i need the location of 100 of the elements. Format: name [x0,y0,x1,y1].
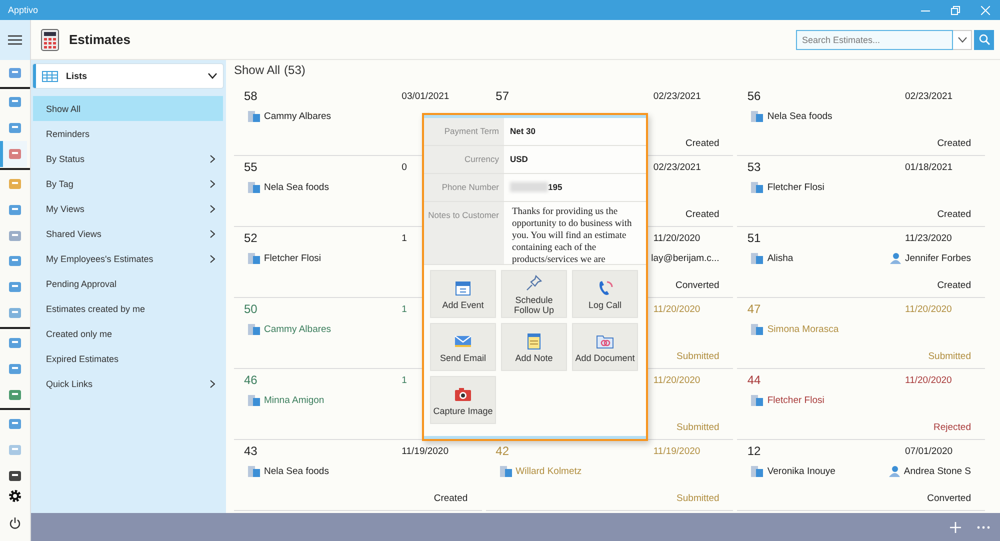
sidebar-item[interactable]: Pending Approval [33,271,223,296]
estimate-number: 47 [747,302,761,316]
estimate-card[interactable]: 51 11/23/2020 Alisha Jennifer Forbes Created [737,227,985,298]
field-label: Currency [424,146,504,173]
search-field[interactable]: Search Estimates... [796,30,953,50]
building-icon [248,252,260,264]
building-icon [751,252,764,264]
estimate-number: 51 [747,231,761,245]
customer-name: Nela Sea foods [264,182,329,192]
action-button[interactable]: Add Note [501,323,567,371]
estimate-date: 11/20/2020 [653,304,700,314]
estimate-date: 11/23/2020 [905,232,952,244]
action-button[interactable]: Log Call [572,270,638,318]
add-icon[interactable] [950,522,961,532]
field-label: Payment Term [424,118,504,145]
redacted-bar [510,182,548,192]
customer-name: Fletcher Flosi [767,394,824,406]
action-button[interactable]: Schedule Follow Up [501,270,567,318]
estimate-card[interactable]: 53 01/18/2021 Fletcher Flosi Created [737,156,985,227]
customer-name: Willard Kolmetz [516,466,582,476]
action-button[interactable]: Add Document [572,323,638,371]
estimate-status: Converted [675,280,720,291]
estimate-number: 43 [244,444,258,458]
building-icon [500,465,512,477]
building-icon [248,181,260,193]
estimate-date: 11/20/2020 [905,374,952,386]
building-icon [248,323,260,335]
field-value: 195 [548,182,562,192]
estimate-date: 0 [402,162,407,172]
estimate-date: 11/20/2020 [653,374,700,386]
building-icon [751,323,764,335]
estimate-date: 07/01/2020 [905,446,953,456]
estimate-status: Submitted [676,422,720,433]
estimate-number: 46 [244,373,258,387]
customer-name: Fletcher Flosi [264,252,322,264]
estimate-status: Created [434,493,468,504]
estimate-number: 52 [244,231,258,245]
sidebar-item[interactable]: Expired Estimates [33,346,223,371]
estimate-date: 02/23/2021 [653,162,701,172]
estimate-date: 11/19/2020 [653,446,700,456]
list-title: Show All [234,63,280,79]
customer-name: Cammy Albares [264,324,332,334]
estimate-number: 55 [244,160,258,174]
estimate-number: 42 [496,444,510,458]
sidebar-item[interactable]: My Employees's Estimates [33,246,223,271]
list-count: (53) [284,63,306,79]
estimate-date: 1 [402,232,407,244]
settings-icon[interactable] [8,489,22,503]
customer-name: Alisha [767,252,794,264]
estimate-number: 12 [747,444,761,458]
sidebar-item[interactable]: Created only me [33,321,223,346]
action-button[interactable]: Send Email [430,323,496,371]
estimate-status: Submitted [928,351,971,362]
sidebar-item[interactable]: By Status [33,146,223,171]
estimate-number: 57 [496,89,510,103]
customer-name: Minna Amigon [264,394,324,406]
field-label: Phone Number [424,174,504,201]
chevron-right-icon [210,154,215,162]
estimate-card[interactable]: 56 02/23/2021 Nela Sea foods Created [737,85,985,156]
estimate-number: 56 [747,89,761,103]
estimate-card[interactable]: 44 11/20/2020 Fletcher Flosi Rejected [737,369,985,440]
estimate-date: 02/23/2021 [653,90,701,102]
building-icon [248,394,260,406]
estimate-status: Submitted [676,493,720,504]
chevron-right-icon [210,380,215,388]
sidebar-item[interactable]: By Tag [33,171,223,196]
sidebar-item[interactable]: Quick Links [33,371,223,396]
customer-name: Nela Sea foods [767,110,832,122]
contact-name: Jennifer Forbes [904,252,971,264]
more-icon[interactable] [977,526,990,528]
action-button[interactable]: Capture Image [430,376,496,424]
dropdown-button[interactable] [953,30,972,50]
customer-name: Fletcher Flosi [767,182,824,192]
sidebar-item[interactable]: Shared Views [33,221,223,246]
search-button[interactable] [974,30,994,50]
estimate-status: Created [686,209,720,220]
estimate-date: 03/01/2021 [402,90,450,102]
customer-name: Veronika Inouye [767,466,836,476]
estimate-card[interactable]: 12 07/01/2020 Veronika Inouye Andrea Stone S Converted [737,440,985,511]
chevron-right-icon [210,230,215,238]
menu-icon[interactable] [8,34,22,45]
estimate-number: 53 [747,160,761,174]
sidebar-item[interactable]: My Views [33,196,223,221]
sidebar-item[interactable]: Estimates created by me [33,296,223,321]
power-icon[interactable] [9,517,21,529]
sidebar-item[interactable]: Show All [33,96,223,121]
estimate-date: 11/19/2020 [402,446,448,456]
lists-dropdown[interactable]: Lists [33,64,223,88]
estimate-number: 50 [244,302,258,316]
building-icon [751,394,764,406]
window-title: Apptivo [8,5,40,15]
action-button[interactable]: Add Event [430,270,496,318]
grid-icon [42,70,58,82]
estimate-status: Created [937,209,971,220]
estimate-date: 11/20/2020 [653,232,700,244]
estimate-date: 1 [402,374,407,386]
estimate-status: Created [686,138,720,149]
sidebar-item[interactable]: Reminders [33,121,223,146]
pin-icon [524,273,544,293]
contact-name: Andrea Stone S [904,466,971,476]
